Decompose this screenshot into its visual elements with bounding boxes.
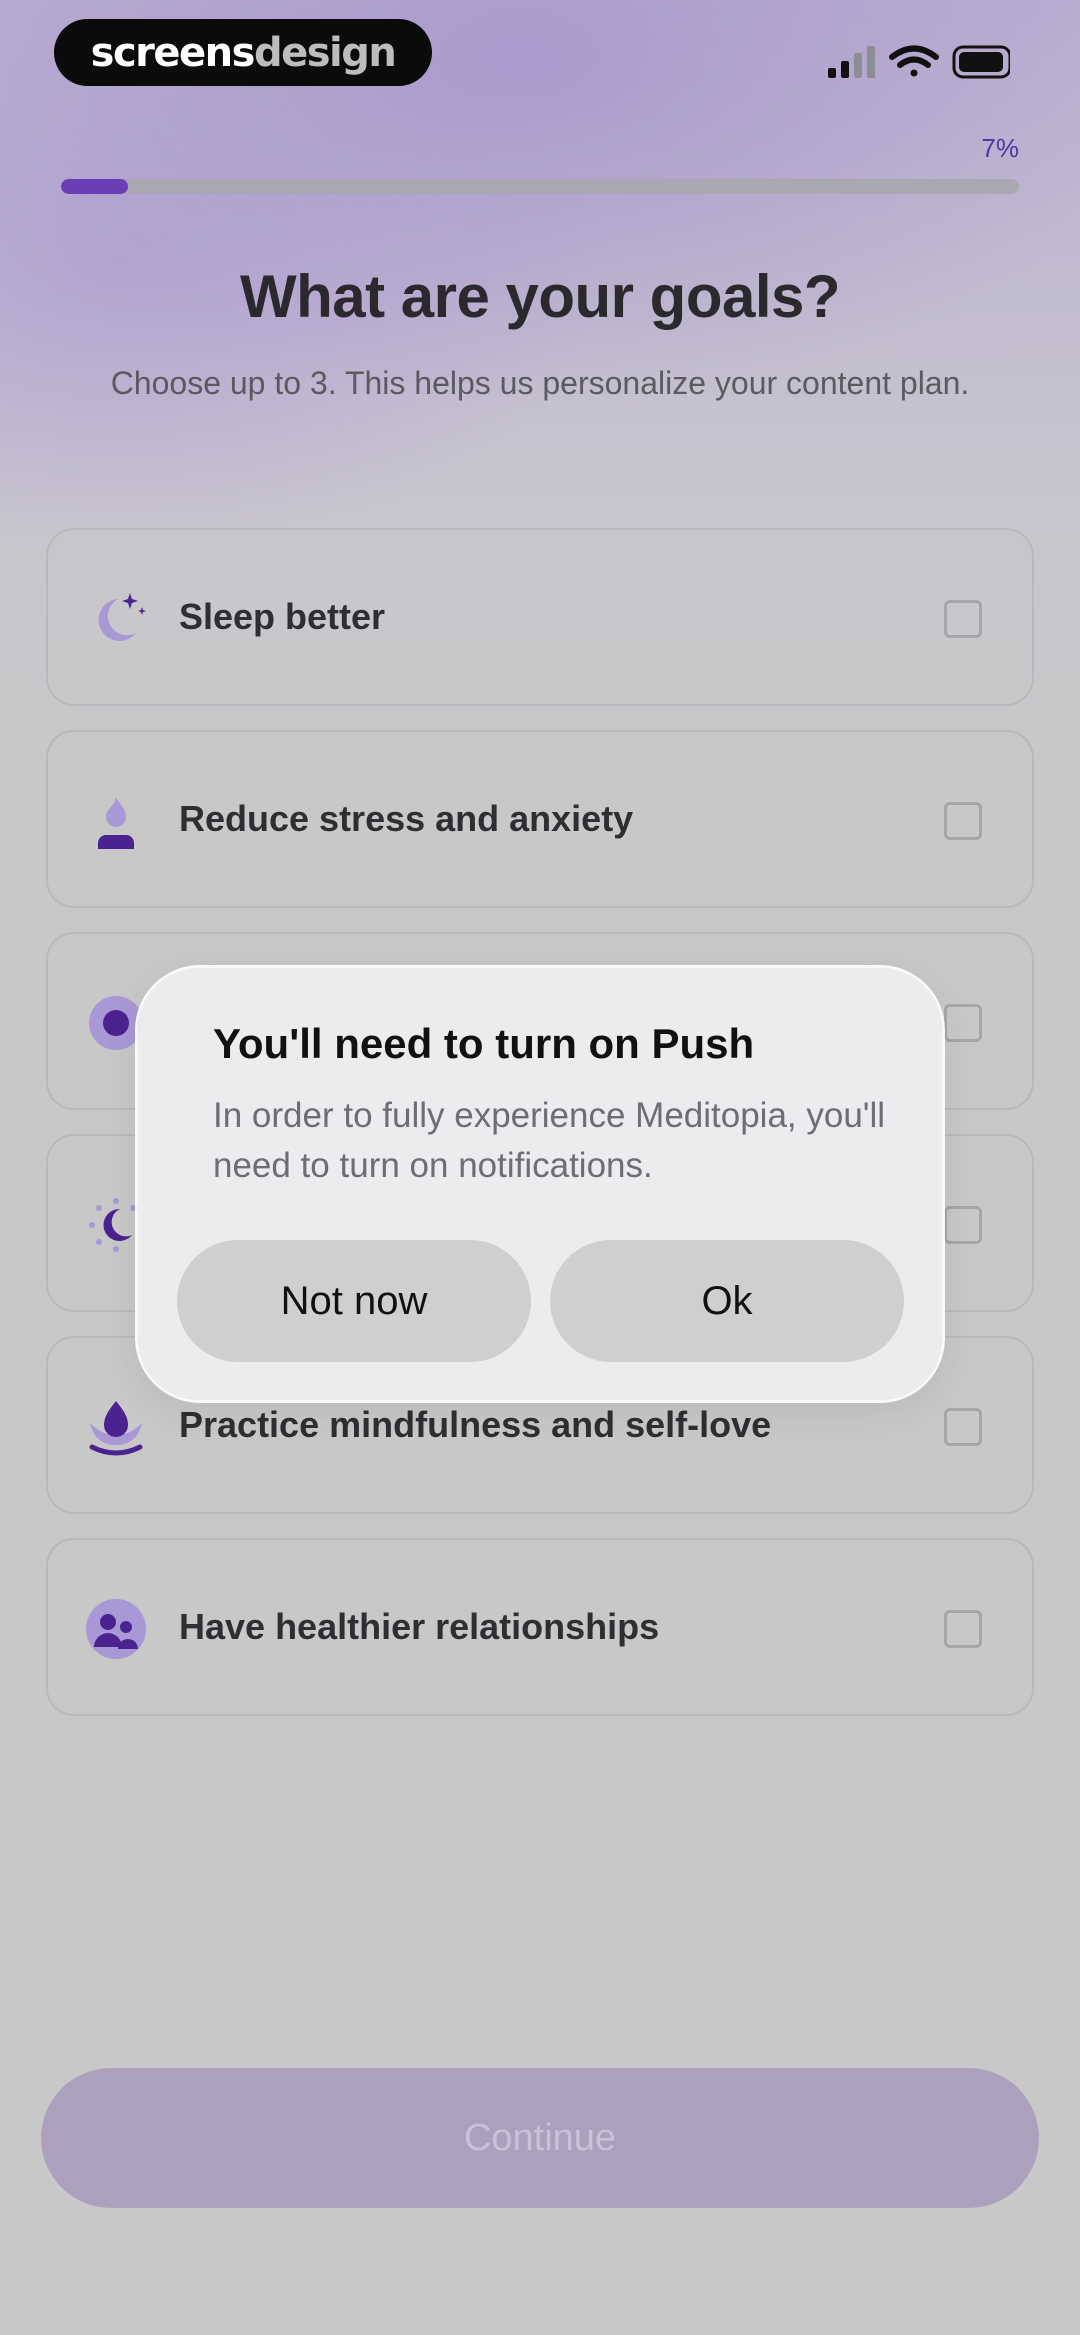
- people-icon: [86, 1599, 146, 1659]
- goal-label: Have healthier relationships: [179, 1606, 660, 1647]
- goal-option-reduce-stress[interactable]: Reduce stress and anxiety: [46, 730, 1034, 908]
- calm-person-icon: [98, 797, 134, 849]
- sun-flower-icon: [89, 996, 143, 1050]
- cellular-signal-icon: [828, 46, 875, 78]
- goal-option-relationships[interactable]: Have healthier relationships: [46, 1538, 1034, 1716]
- logo-text-part2: design: [253, 29, 397, 76]
- goal-checkbox[interactable]: [944, 600, 982, 638]
- dialog-message: In order to fully experience Meditopia, …: [213, 1096, 886, 1185]
- page-title: What are your goals?: [239, 263, 841, 330]
- wifi-icon: [889, 45, 939, 77]
- dialog-title: You'll need to turn on Push: [213, 1020, 755, 1067]
- goal-checkbox[interactable]: [944, 1004, 982, 1042]
- not-now-button[interactable]: Not now: [177, 1240, 531, 1362]
- progress-bar: [61, 179, 1019, 194]
- lotus-icon: [89, 1401, 143, 1456]
- logo-text-part1: screens: [90, 29, 256, 76]
- goal-checkbox[interactable]: [944, 1610, 982, 1648]
- ok-button[interactable]: Ok: [550, 1240, 904, 1362]
- progress-percentage: 7%: [981, 133, 1019, 163]
- goal-label: Reduce stress and anxiety: [179, 798, 634, 839]
- status-icons: [810, 44, 1012, 80]
- goal-checkbox[interactable]: [944, 1408, 982, 1446]
- onboarding-screen: screens design 7% What are your goals? C…: [0, 0, 1080, 2335]
- battery-icon: [952, 45, 1012, 79]
- sun-moon-icon: [89, 1198, 136, 1252]
- page-subtitle: Choose up to 3. This helps us personaliz…: [110, 365, 970, 401]
- goal-option-sleep-better[interactable]: Sleep better: [46, 528, 1034, 706]
- goal-checkbox[interactable]: [944, 1206, 982, 1244]
- moon-sparkle-icon: [98, 593, 146, 641]
- screensdesign-logo: screens design: [54, 19, 432, 86]
- goal-label: Sleep better: [179, 596, 386, 637]
- progress-bar-fill: [61, 179, 129, 194]
- push-permission-dialog: You'll need to turn on Push In order to …: [138, 968, 942, 1400]
- continue-button[interactable]: Continue: [41, 2068, 1039, 2208]
- goal-checkbox[interactable]: [944, 802, 982, 840]
